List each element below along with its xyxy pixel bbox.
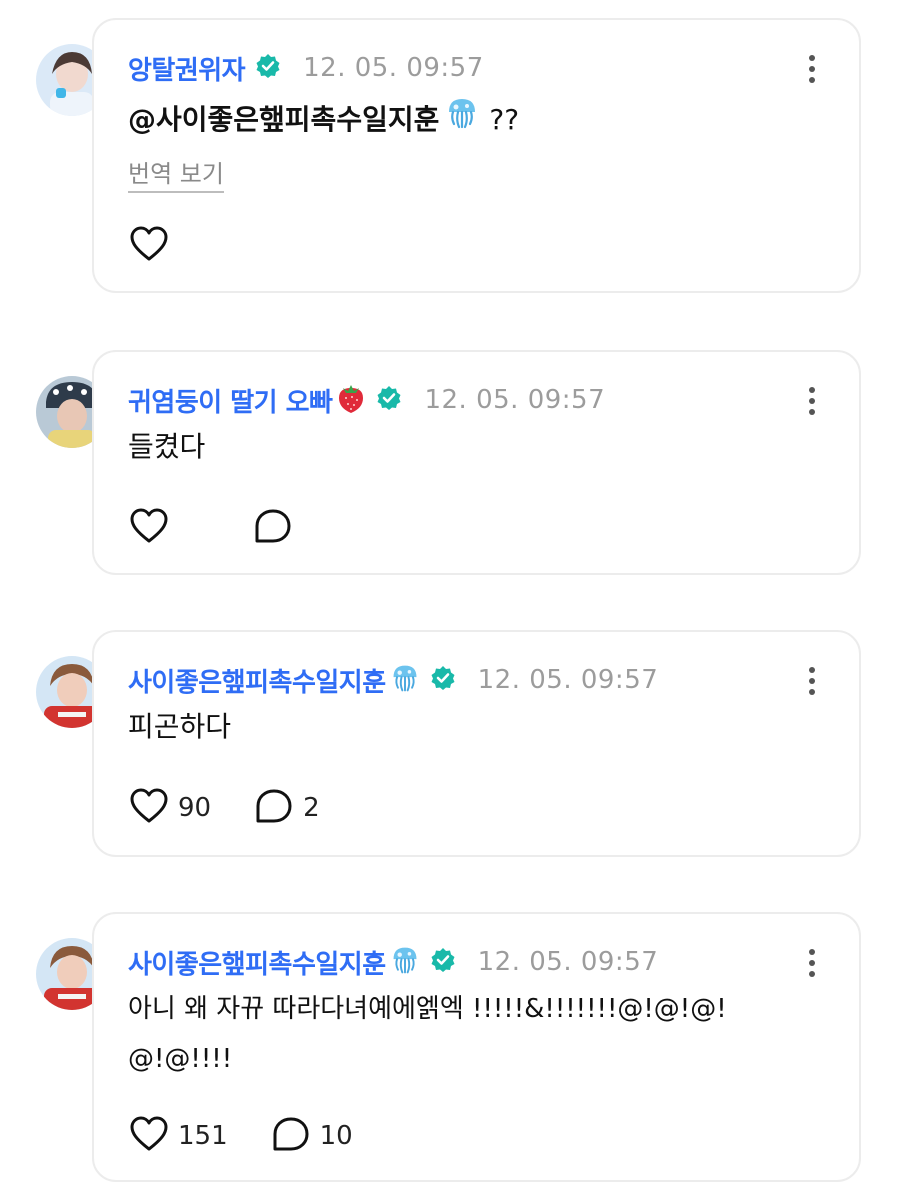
author-name[interactable]: 귀염둥이 딸기 오빠 (128, 382, 333, 419)
comment-card: 사이좋은햎피촉수일지훈 12. 05. 09:57 아니 왜 자뀨 따라다녀예에… (92, 912, 861, 1182)
author-name[interactable]: 앙탈권위자 (128, 50, 246, 87)
comment-text: 들켰다 (128, 430, 206, 463)
comment-header: 귀염둥이 딸기 오빠 12. 05. 09:57 (128, 380, 605, 420)
strawberry-emoji-icon (336, 382, 366, 418)
comment-header: 사이좋은햎피촉수일지훈 12. 05. 09:57 (128, 660, 658, 700)
more-options-icon[interactable] (807, 948, 817, 978)
more-options-icon[interactable] (807, 666, 817, 696)
heart-icon (130, 1116, 168, 1156)
comment-header: 사이좋은햎피촉수일지훈 12. 05. 09:57 (128, 942, 658, 982)
verified-badge-icon (255, 53, 281, 83)
like-count: 90 (178, 793, 212, 823)
timestamp: 12. 05. 09:57 (477, 947, 659, 977)
heart-icon (130, 508, 168, 548)
comment-header: 앙탈권위자 12. 05. 09:57 (128, 48, 484, 88)
reply-bubble-icon (255, 788, 293, 828)
reply-button[interactable]: 2 (255, 788, 320, 828)
like-button[interactable]: 90 (130, 788, 211, 828)
comment-text-line-1: 아니 왜 자뀨 따라다녀예에엙엑 !!!!!&!!!!!!!@!@!@! (128, 994, 727, 1024)
jellyfish-emoji-icon (390, 944, 420, 980)
timestamp: 12. 05. 09:57 (303, 53, 484, 83)
action-bar: 90 2 (130, 788, 364, 828)
like-button[interactable]: 151 (130, 1116, 228, 1156)
like-count: 151 (178, 1121, 228, 1151)
verified-badge-icon (430, 665, 456, 695)
comment-text-tail: ?? (489, 103, 520, 136)
action-bar (130, 508, 336, 548)
reply-count: 10 (319, 1121, 353, 1151)
comment-card: 귀염둥이 딸기 오빠 12. 05. 09:57 들켰다 (92, 350, 861, 575)
translate-link[interactable]: 번역 보기 (128, 154, 224, 193)
mention-link[interactable]: @사이좋은햎피촉수일지훈 (128, 97, 439, 143)
comment-text: @사이좋은햎피촉수일지훈 ?? (128, 96, 519, 144)
author-name[interactable]: 사이좋은햎피촉수일지훈 (128, 944, 386, 981)
action-bar (130, 226, 212, 266)
verified-badge-icon (430, 947, 456, 977)
action-bar: 151 10 (130, 1116, 397, 1156)
comment-text-line-2: @!@!!!! (128, 1044, 233, 1074)
timestamp: 12. 05. 09:57 (424, 385, 606, 415)
comment-text: 피곤하다 (128, 710, 232, 743)
comment-card: 사이좋은햎피촉수일지훈 12. 05. 09:57 피곤하다 90 2 (92, 630, 861, 857)
jellyfish-emoji-icon (390, 662, 420, 698)
reply-count: 2 (303, 793, 320, 823)
heart-icon (130, 788, 168, 828)
like-button[interactable] (130, 226, 168, 266)
like-button[interactable] (130, 508, 168, 548)
heart-icon (130, 226, 168, 266)
reply-button[interactable]: 10 (272, 1116, 353, 1156)
timestamp: 12. 05. 09:57 (477, 665, 659, 695)
more-options-icon[interactable] (807, 54, 817, 84)
verified-badge-icon (376, 385, 402, 415)
jellyfish-emoji-icon (445, 96, 479, 144)
reply-button[interactable] (254, 508, 292, 548)
author-name[interactable]: 사이좋은햎피촉수일지훈 (128, 662, 386, 699)
reply-bubble-icon (272, 1116, 310, 1156)
reply-bubble-icon (254, 508, 292, 548)
comment-card: 앙탈권위자 12. 05. 09:57 @사이좋은햎피촉수일지훈 ?? 번역 보… (92, 18, 861, 293)
more-options-icon[interactable] (807, 386, 817, 416)
